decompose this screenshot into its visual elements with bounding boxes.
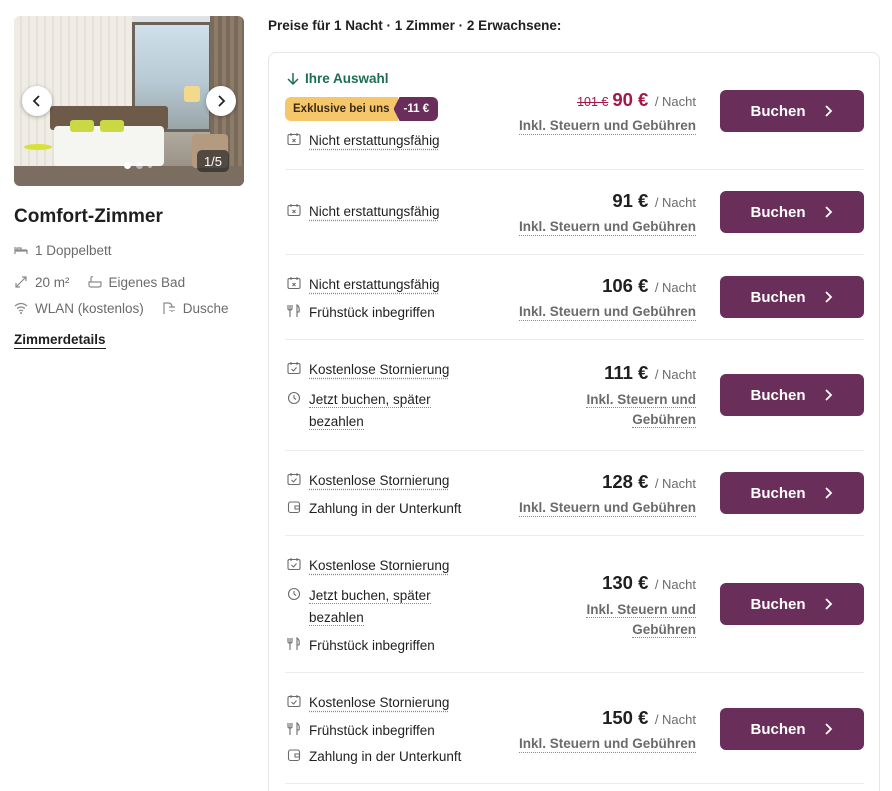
price-block: 101 €90 € / Nacht Inkl. Steuern und Gebü…	[519, 89, 696, 135]
price-block: 130 € / Nacht Inkl. Steuern und Gebühren	[584, 572, 696, 640]
book-button[interactable]: Buchen	[720, 583, 864, 625]
room-name: Comfort-Zimmer	[14, 206, 244, 228]
refund-condition: Nicht erstattungsfähig	[287, 274, 440, 296]
price-amount: 90 €	[612, 89, 648, 110]
bed-feature: 1 Doppelbett	[14, 241, 244, 259]
chevron-left-icon	[31, 95, 43, 107]
offers-panel: Ihre Auswahl Exklusive bei uns -11 € Nic…	[268, 52, 880, 791]
chevron-right-icon	[215, 95, 227, 107]
bed-icon	[14, 243, 28, 257]
refund-condition: Nicht erstattungsfähig	[287, 201, 440, 223]
selection-label: Ihre Auswahl	[287, 71, 389, 86]
tax-note[interactable]: Inkl. Steuern und Gebühren	[584, 600, 696, 640]
price-amount: 150 €	[602, 707, 648, 728]
bathtub-icon	[88, 275, 102, 289]
calendar-x-icon	[287, 132, 301, 146]
size-feature: 20 m²	[14, 273, 70, 291]
exclusive-badge: Exklusive bei uns -11 €	[285, 97, 438, 121]
price-block: 106 € / Nacht Inkl. Steuern und Gebühren	[519, 275, 696, 321]
expand-icon	[14, 275, 28, 289]
book-button[interactable]: Buchen	[720, 276, 864, 318]
wifi-icon	[14, 301, 28, 315]
cancellation-condition: Kostenlose Stornierung	[287, 692, 449, 714]
tax-note[interactable]: Inkl. Steuern und Gebühren	[519, 735, 696, 753]
offer-row: Kostenlose Stornierung Frühstück inbegri…	[285, 673, 864, 784]
room-details-link[interactable]: Zimmerdetails	[14, 332, 106, 349]
tax-note[interactable]: Inkl. Steuern und Gebühren	[584, 390, 696, 430]
tax-note[interactable]: Inkl. Steuern und Gebühren	[519, 117, 696, 135]
breakfast-condition: Frühstück inbegriffen	[287, 720, 435, 742]
chevron-right-icon	[824, 105, 834, 117]
cutlery-icon	[287, 304, 301, 318]
offer-row: Kostenlose Stornierung Jetzt buchen, spä…	[285, 536, 864, 673]
tax-note[interactable]: Inkl. Steuern und Gebühren	[519, 218, 696, 236]
price-amount: 130 €	[602, 572, 648, 593]
pay-later-condition: Jetzt buchen, später bezahlen	[287, 585, 431, 629]
breakfast-condition: Frühstück inbegriffen	[287, 302, 435, 324]
price-amount: 106 €	[602, 275, 648, 296]
photo-counter: 1/5	[197, 150, 229, 172]
pay-at-property-condition: Zahlung in der Unterkunft	[287, 746, 461, 768]
book-button[interactable]: Buchen	[720, 708, 864, 750]
price-block: 111 € / Nacht Inkl. Steuern und Gebühren	[584, 362, 696, 430]
offer-row: Kostenlose Stornierung Jetzt buchen, spä…	[285, 340, 864, 451]
calendar-check-icon	[287, 472, 301, 486]
offer-row: Nicht erstattungsfähig Frühstück inbegri…	[285, 255, 864, 340]
book-button[interactable]: Buchen	[720, 90, 864, 132]
price-amount: 111 €	[604, 362, 648, 383]
price-block: 128 € / Nacht Inkl. Steuern und Gebühren	[519, 471, 696, 517]
chevron-right-icon	[824, 723, 834, 735]
chevron-right-icon	[824, 206, 834, 218]
calendar-check-icon	[287, 557, 301, 571]
photo-dots	[124, 162, 152, 169]
calendar-check-icon	[287, 694, 301, 708]
arrow-down-icon	[287, 72, 299, 86]
wallet-icon	[287, 500, 301, 514]
pay-at-property-condition: Zahlung in der Unterkunft	[287, 498, 461, 520]
calendar-x-icon	[287, 276, 301, 290]
bath-feature: Eigenes Bad	[88, 273, 186, 291]
book-button[interactable]: Buchen	[720, 191, 864, 233]
chevron-right-icon	[824, 389, 834, 401]
pay-later-condition: Jetzt buchen, später bezahlen	[287, 389, 431, 433]
room-photo[interactable]: 1/5	[14, 16, 244, 186]
calendar-check-icon	[287, 361, 301, 375]
shower-icon	[162, 301, 176, 315]
price-amount: 128 €	[602, 471, 648, 492]
cutlery-icon	[287, 637, 301, 651]
clock-icon	[287, 587, 301, 601]
old-price: 101 €	[577, 95, 608, 109]
tax-note[interactable]: Inkl. Steuern und Gebühren	[519, 303, 696, 321]
shower-feature: Dusche	[162, 299, 229, 317]
wallet-icon	[287, 748, 301, 762]
calendar-x-icon	[287, 203, 301, 217]
offer-row: Ihre Auswahl Exklusive bei uns -11 € Nic…	[285, 53, 864, 170]
chevron-right-icon	[824, 487, 834, 499]
wifi-feature: WLAN (kostenlos)	[14, 299, 144, 317]
book-button[interactable]: Buchen	[720, 374, 864, 416]
price-block: 91 € / Nacht Inkl. Steuern und Gebühren	[519, 190, 696, 236]
photo-prev-button[interactable]	[22, 86, 52, 116]
breakfast-condition: Frühstück inbegriffen	[287, 635, 435, 657]
offer-row: Nicht erstattungsfähig 91 € / Nacht Inkl…	[285, 170, 864, 255]
cancellation-condition: Kostenlose Stornierung	[287, 555, 449, 577]
cancellation-condition: Kostenlose Stornierung	[287, 359, 449, 381]
price-amount: 91 €	[612, 190, 648, 211]
room-card: 1/5 Comfort-Zimmer 1 Doppelbett 20 m² Ei…	[14, 16, 244, 349]
clock-icon	[287, 391, 301, 405]
price-header: Preise für 1 Nacht · 1 Zimmer · 2 Erwach…	[268, 18, 561, 33]
chevron-right-icon	[824, 291, 834, 303]
chevron-right-icon	[824, 598, 834, 610]
cancellation-condition: Kostenlose Stornierung	[287, 470, 449, 492]
book-button[interactable]: Buchen	[720, 472, 864, 514]
photo-next-button[interactable]	[206, 86, 236, 116]
refund-condition: Nicht erstattungsfähig	[287, 130, 440, 152]
tax-note[interactable]: Inkl. Steuern und Gebühren	[519, 499, 696, 517]
price-block: 150 € / Nacht Inkl. Steuern und Gebühren	[519, 707, 696, 753]
cutlery-icon	[287, 722, 301, 736]
offer-row: Kostenlose Stornierung Zahlung in der Un…	[285, 451, 864, 536]
